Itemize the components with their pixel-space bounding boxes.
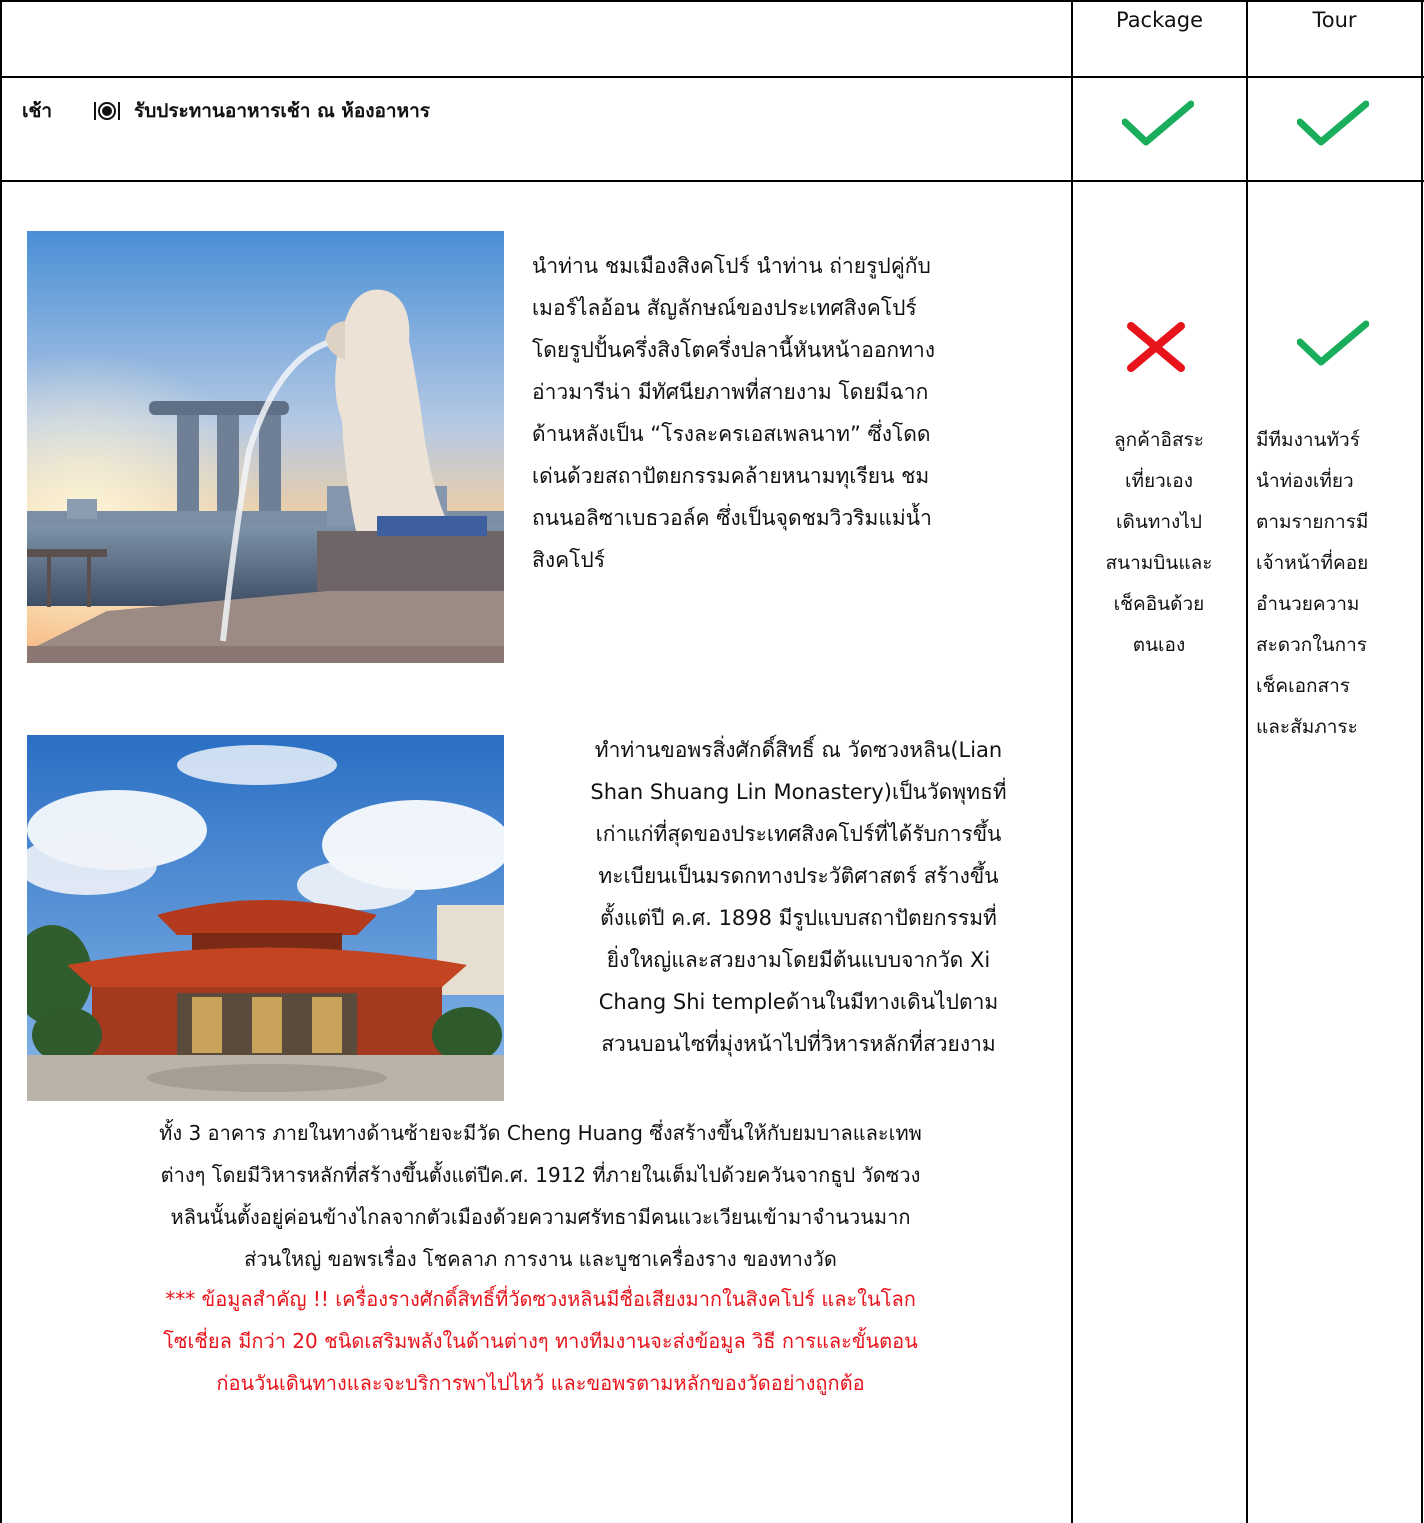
header-row-border — [0, 76, 1424, 78]
note-line: และสัมภาระ — [1256, 716, 1358, 738]
text-line: Chang Shi templeด้านในมีทางเดินไปตาม — [598, 990, 999, 1014]
note-line: มีทีมงานทัวร์ — [1256, 429, 1360, 451]
text-line: หลินนั้นตั้งอยู่ค่อนข้างไกลจากตัวเมืองด้… — [170, 1205, 911, 1229]
breakfast-row: เช้า รับประทานอาหารเช้า ณ ห้องอาหาร — [22, 96, 430, 126]
text-line: ก่อนวันเดินทางและจะบริการพาไปไหว้ และขอพ… — [216, 1371, 865, 1395]
table-right-border — [1421, 0, 1423, 1523]
text-line: Shan Shuang Lin Monastery)เป็นวัดพุทธที่ — [590, 780, 1007, 804]
dining-icon — [92, 100, 122, 122]
text-line: สิงคโปร์ — [532, 548, 606, 572]
tour-col-border — [1246, 0, 1248, 1523]
package-tour-cross-icon — [1127, 322, 1185, 372]
text-line: ยิ่งใหญ่และสวยงามโดยมีต้นแบบจากวัด Xi — [606, 948, 991, 972]
text-line: ด้านหลังเป็น “โรงละครเอสเพลนาท” ซึ่งโดด — [532, 422, 931, 446]
text-line: ต่างๆ โดยมีวิหารหลักที่สร้างขึ้นตั้งแต่ป… — [160, 1163, 921, 1187]
temple-description-continued: ทั้ง 3 อาคาร ภายในทางด้านซ้ายจะมีวัด Che… — [10, 1112, 1071, 1280]
note-line: เที่ยวเอง — [1124, 470, 1193, 492]
tour-breakfast-check-icon — [1297, 100, 1369, 146]
text-line: เมอร์ไลอ้อน สัญลักษณ์ของประเทศสิงคโปร์ — [532, 296, 917, 320]
text-line: โซเชี่ยล มีกว่า 20 ชนิดเสริมพลังในด้านต่… — [163, 1329, 918, 1353]
text-line: ถนนอลิซาเบธวอล์ค ซึ่งเป็นจุดชมวิวริมแม่น… — [532, 506, 932, 530]
table-top-border — [0, 0, 1424, 2]
table-left-border — [0, 0, 2, 1523]
text-line: เก่าแก่ที่สุดของประเทศสิงคโปร์ที่ได้รับก… — [595, 822, 1002, 846]
breakfast-text: รับประทานอาหารเช้า ณ ห้องอาหาร — [134, 100, 431, 122]
text-line: สวนบอนไซที่มุ่งหน้าไปที่วิหารหลักที่สวยง… — [601, 1032, 996, 1056]
breakfast-row-border — [0, 180, 1424, 182]
important-notice: *** ข้อมูลสำคัญ !! เครื่องรางศักดิ์สิทธิ… — [10, 1278, 1071, 1404]
tour-check-icon — [1297, 320, 1369, 366]
merlion-photo — [27, 231, 504, 663]
note-line: ตนเอง — [1132, 634, 1186, 656]
package-column-header: Package — [1115, 8, 1204, 32]
text-line: ทั้ง 3 อาคาร ภายในทางด้านซ้ายจะมีวัด Che… — [159, 1121, 922, 1145]
temple-description: ทำท่านขอพรสิ่งศักดิ์สิทธิ์ ณ วัดซวงหลิน(… — [526, 729, 1071, 1065]
text-line: ตั้งแต่ปี ค.ศ. 1898 มีรูปแบบสถาปัตยกรรมท… — [600, 906, 997, 930]
note-line: เดินทางไป — [1116, 511, 1202, 533]
package-col-border — [1071, 0, 1073, 1523]
temple-photo — [27, 735, 504, 1101]
note-line: เช็คเอกสาร — [1256, 675, 1350, 697]
text-line: ส่วนใหญ่ ขอพรเรื่อง โชคลาภ การงาน และบูช… — [244, 1247, 837, 1271]
text-line: เด่นด้วยสถาปัตยกรรมคล้ายหนามทุเรียน ชม — [532, 464, 930, 488]
text-line: ทำท่านขอพรสิ่งศักดิ์สิทธิ์ ณ วัดซวงหลิน(… — [594, 738, 1003, 762]
note-line: นำท่องเที่ยว — [1256, 470, 1354, 492]
note-line: ตามรายการมี — [1256, 511, 1369, 533]
note-line: ลูกค้าอิสระ — [1114, 429, 1204, 451]
note-line: เจ้าหน้าที่คอย — [1256, 552, 1369, 574]
note-line: เช็คอินด้วย — [1113, 593, 1205, 615]
text-line: นำท่าน ชมเมืองสิงคโปร์ นำท่าน ถ่ายรูปคู่… — [532, 254, 931, 278]
text-line: ทะเบียนเป็นมรดกทางประวัติศาสตร์ สร้างขึ้… — [598, 864, 999, 888]
tour-note: มีทีมงานทัวร์ นำท่องเที่ยว ตามรายการมี เ… — [1256, 420, 1418, 748]
note-line: อำนวยความ — [1256, 593, 1360, 615]
text-line: *** ข้อมูลสำคัญ !! เครื่องรางศักดิ์สิทธิ… — [165, 1287, 916, 1311]
note-line: สนามบินและ — [1105, 552, 1213, 574]
time-of-day-label: เช้า — [22, 100, 53, 122]
package-note: ลูกค้าอิสระ เที่ยวเอง เดินทางไป สนามบินแ… — [1075, 420, 1243, 666]
note-line: สะดวกในการ — [1256, 634, 1367, 656]
package-breakfast-check-icon — [1122, 100, 1194, 146]
tour-column-header: Tour — [1312, 8, 1357, 32]
text-line: โดยรูปปั้นครึ่งสิงโตครึ่งปลานี้หันหน้าออ… — [532, 338, 936, 362]
text-line: อ่าวมารีน่า มีทัศนียภาพที่สายงาม โดยมีฉา… — [532, 380, 929, 404]
merlion-description: นำท่าน ชมเมืองสิงคโปร์ นำท่าน ถ่ายรูปคู่… — [532, 245, 1062, 581]
